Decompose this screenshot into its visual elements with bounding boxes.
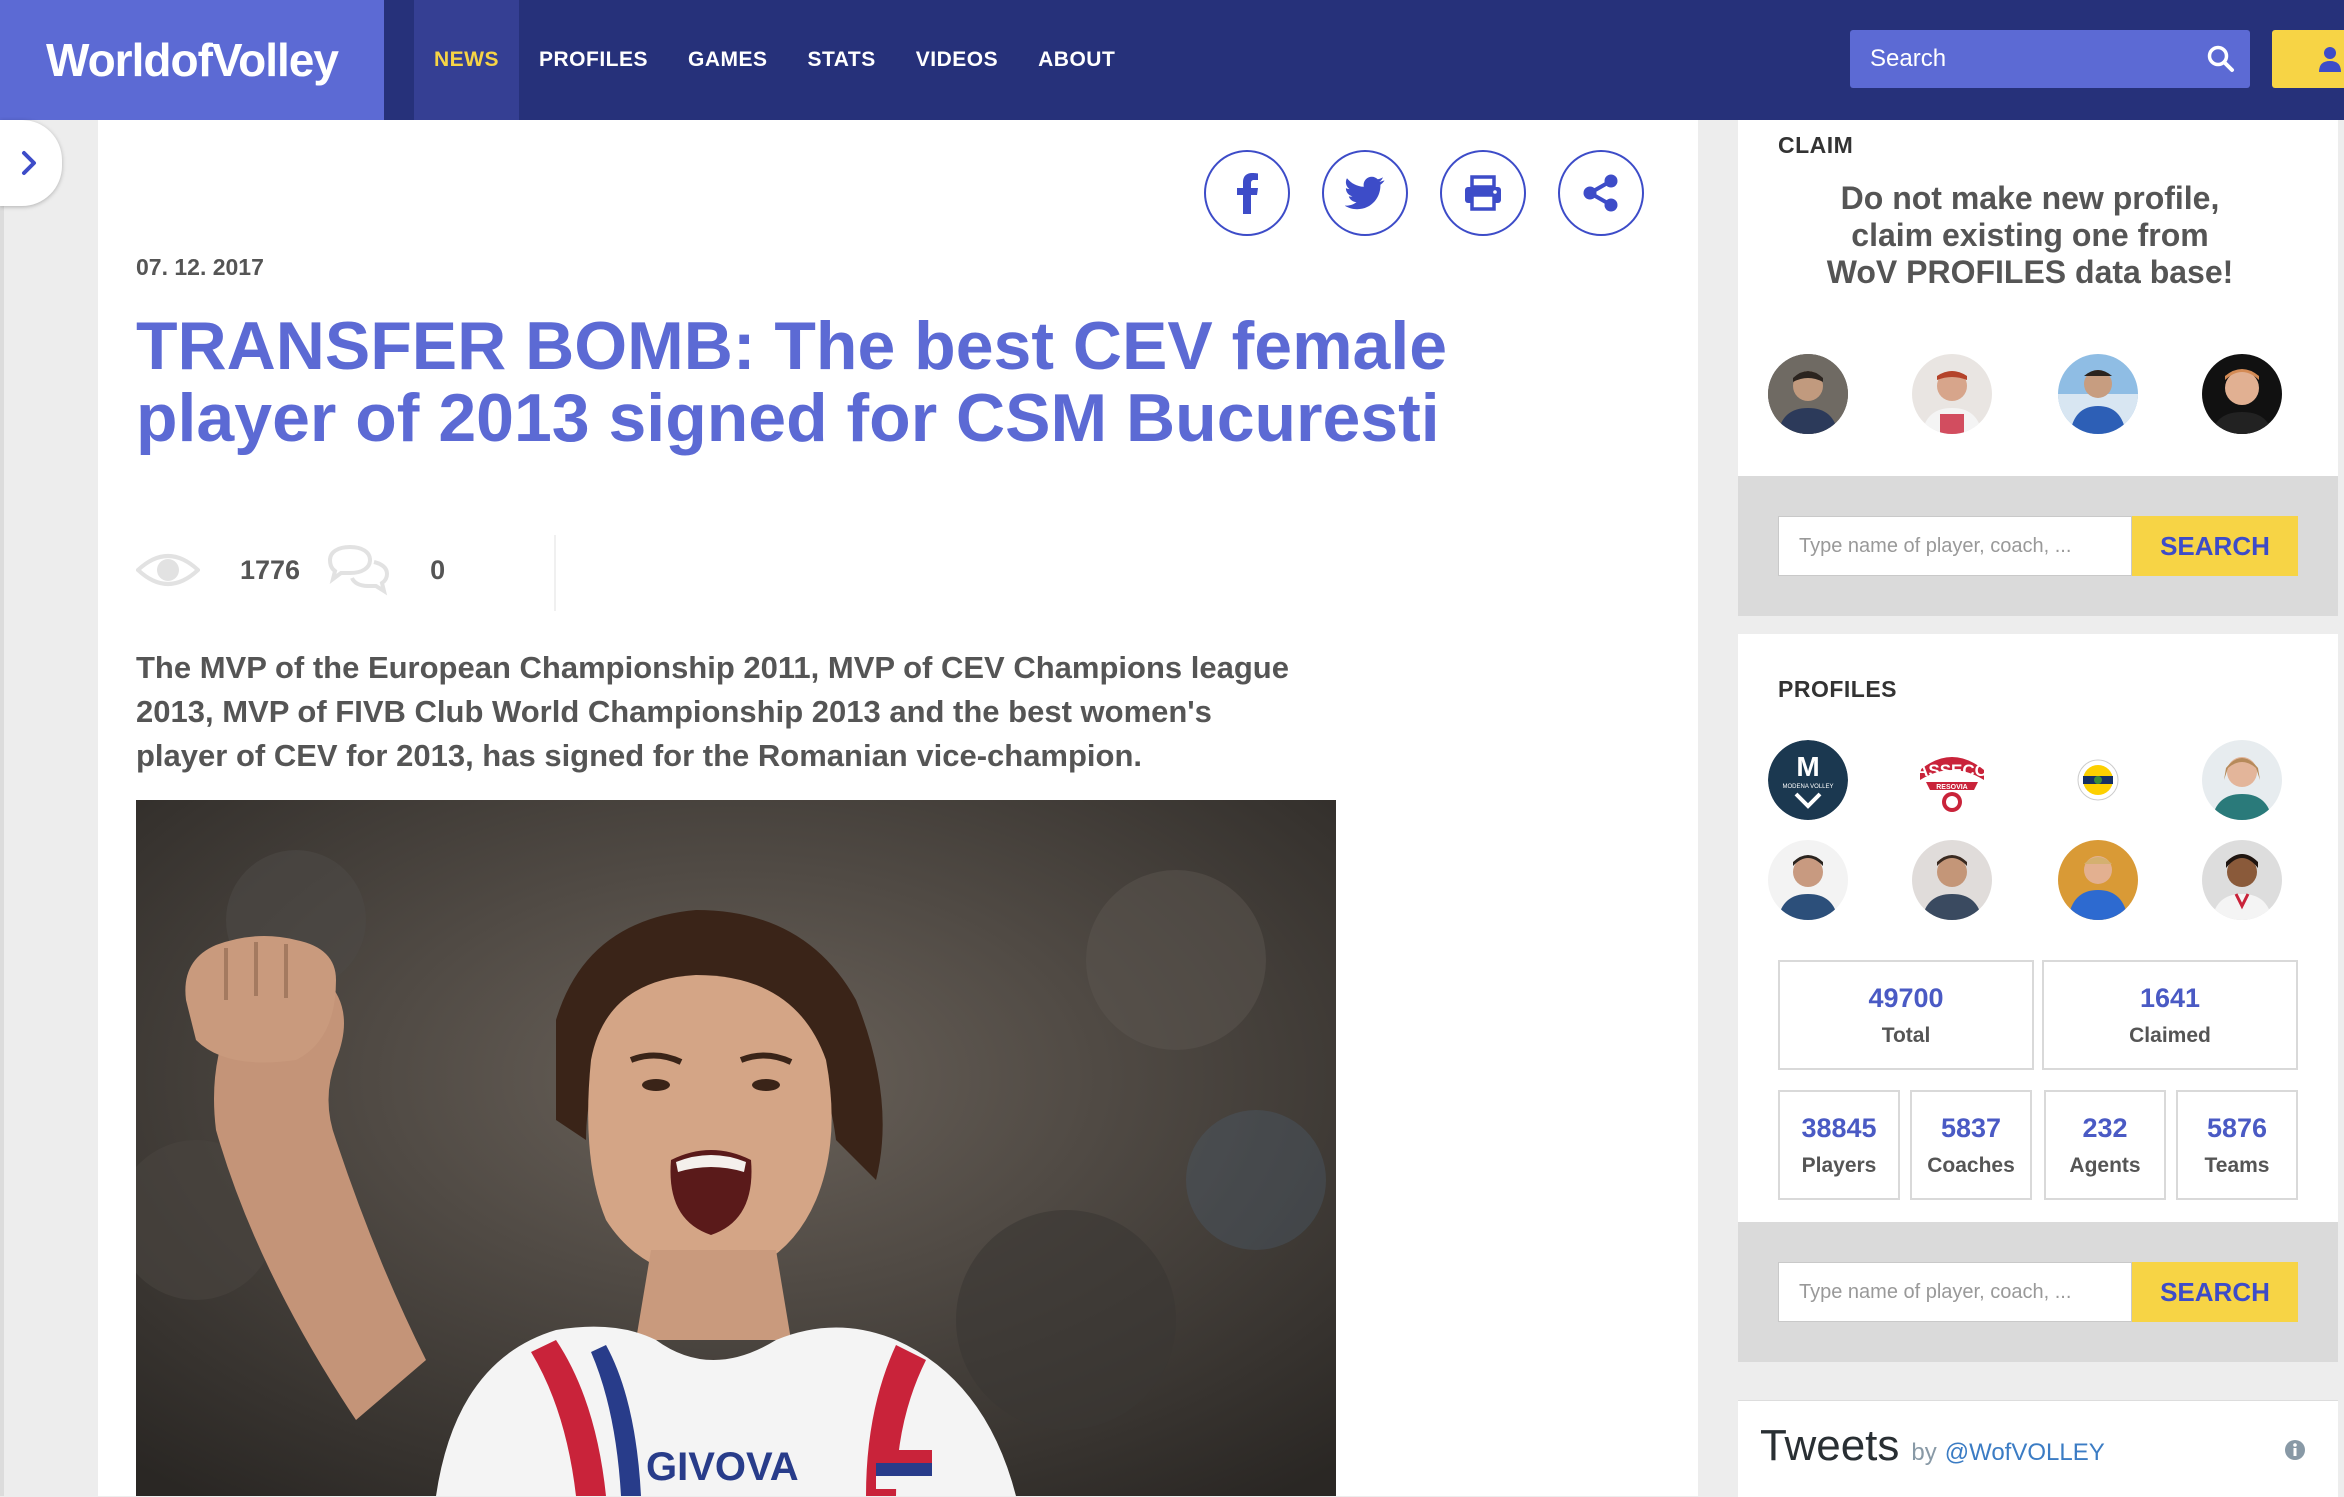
sidebar-toggle-button[interactable] (0, 120, 62, 206)
nav-news[interactable]: NEWS (414, 0, 519, 120)
print-button[interactable] (1440, 150, 1526, 236)
avatar[interactable] (1768, 354, 1848, 434)
article-title-line: player of 2013 signed for CSM Bucuresti (136, 380, 1440, 456)
comments-count: 0 (430, 554, 446, 585)
stat-total-label: Total (1881, 1023, 1931, 1047)
profiles-label: PROFILES (1778, 676, 1898, 702)
team-logo-modena[interactable]: M MODENA VOLLEY (1768, 740, 1848, 820)
facebook-icon (1237, 173, 1258, 214)
article-lead: The MVP of the European Championship 201… (136, 646, 1376, 778)
header-search-input[interactable] (1850, 44, 2192, 74)
tweets-title: Tweets (1760, 1421, 1900, 1470)
avatar[interactable] (1768, 840, 1848, 920)
profile-search-input[interactable] (1779, 1280, 2131, 1304)
lead-line: 2013, MVP of FIVB Club World Championshi… (136, 694, 1212, 729)
nav-profiles[interactable]: PROFILES (519, 0, 668, 120)
stat-teams-label: Teams (2204, 1153, 2270, 1177)
resovia-text: RESOVIA (1936, 784, 1968, 791)
nav-about[interactable]: ABOUT (1018, 0, 1135, 120)
article-stats: 1776 0 (136, 540, 445, 600)
nav-games[interactable]: GAMES (668, 0, 788, 120)
chevron-right-icon (22, 151, 36, 175)
avatar[interactable] (2058, 354, 2138, 434)
avatar[interactable] (2202, 354, 2282, 434)
avatar[interactable] (2058, 840, 2138, 920)
claim-label: CLAIM (1778, 132, 1854, 158)
avatar[interactable] (2202, 840, 2282, 920)
stat-agents[interactable]: 232 Agents (2044, 1090, 2166, 1200)
profile-search-field (1778, 516, 2132, 576)
stat-claimed: 1641 Claimed (2042, 960, 2298, 1070)
stat-agents-value: 232 (2082, 1112, 2128, 1143)
share-button[interactable] (1558, 150, 1644, 236)
share-icon (1583, 174, 1618, 212)
profile-search-input[interactable] (1779, 534, 2131, 558)
stat-players-value: 38845 (1801, 1112, 1877, 1143)
stat-teams-value: 5876 (2206, 1112, 2268, 1143)
modena-name: MODENA VOLLEY (1782, 784, 1833, 790)
profile-search-strip: SEARCH (1738, 476, 2338, 616)
claim-card: CLAIM Do not make new profile, claim exi… (1738, 120, 2338, 476)
stat-coaches[interactable]: 5837 Coaches (1910, 1090, 2032, 1200)
stat-teams[interactable]: 5876 Teams (2176, 1090, 2298, 1200)
stats-divider (554, 535, 556, 611)
user-icon (2319, 47, 2341, 72)
article-photo: GIVOVA (136, 800, 1336, 1496)
site-logo[interactable]: WorldofVolley (0, 0, 384, 120)
article-title: TRANSFER BOMB: The best CEV female playe… (136, 310, 1636, 454)
stat-players[interactable]: 38845 Players (1778, 1090, 1900, 1200)
asseco-text: ASSECO (1916, 761, 1988, 780)
tweets-by: by (1911, 1439, 1937, 1466)
stat-coaches-value: 5837 (1940, 1112, 2002, 1143)
profile-search-button[interactable]: SEARCH (2132, 516, 2298, 576)
facebook-share-button[interactable] (1204, 150, 1290, 236)
stat-agents-label: Agents (2069, 1153, 2141, 1177)
info-icon[interactable] (2284, 1439, 2306, 1466)
claim-text-line: Do not make new profile, (1840, 180, 2220, 216)
avatar[interactable] (1912, 840, 1992, 920)
stat-players-label: Players (1801, 1153, 1877, 1177)
nav-stats[interactable]: STATS (788, 0, 896, 120)
claim-text-line: WoV PROFILES data base! (1826, 254, 2234, 290)
user-account-button[interactable] (2272, 30, 2344, 88)
profile-search-button[interactable]: SEARCH (2132, 1262, 2298, 1322)
lead-line: player of CEV for 2013, has signed for t… (136, 738, 1143, 773)
print-icon (1465, 175, 1501, 211)
comments-icon (328, 544, 390, 596)
profile-search-strip: SEARCH (1738, 1222, 2338, 1362)
team-logo-fenerbahce[interactable] (2058, 740, 2138, 820)
stat-claimed-value: 1641 (2139, 982, 2201, 1013)
avatar[interactable] (2202, 740, 2282, 820)
eye-icon (136, 554, 200, 586)
tweets-widget: Tweets by @WofVOLLEY (1738, 1400, 2338, 1497)
main-nav: NEWS PROFILES GAMES STATS VIDEOS ABOUT (414, 0, 1135, 120)
stat-coaches-label: Coaches (1927, 1153, 2015, 1177)
claim-text: Do not make new profile, claim existing … (1738, 180, 2322, 291)
profiles-card: PROFILES M MODENA VOLLEY ASSECO RESOVIA 49… (1738, 634, 2338, 1222)
twitter-icon (1345, 176, 1385, 210)
profile-search-field (1778, 1262, 2132, 1322)
article-title-line: TRANSFER BOMB: The best CEV female (136, 308, 1448, 384)
nav-videos[interactable]: VIDEOS (896, 0, 1018, 120)
jersey-text: GIVOVA (646, 1445, 799, 1489)
stat-total-value: 49700 (1868, 982, 1944, 1013)
tweets-handle-link[interactable]: @WofVOLLEY (1945, 1439, 2105, 1467)
claim-text-line: claim existing one from (1851, 217, 2209, 253)
stat-claimed-label: Claimed (2129, 1023, 2211, 1047)
stat-total: 49700 Total (1778, 960, 2034, 1070)
left-edge (0, 120, 4, 1496)
article: 07. 12. 2017 TRANSFER BOMB: The best CEV… (98, 120, 1698, 1496)
modena-letter: M (1796, 751, 1819, 782)
avatar[interactable] (1912, 354, 1992, 434)
twitter-share-button[interactable] (1322, 150, 1408, 236)
search-icon[interactable] (2192, 30, 2250, 88)
header-search (1850, 30, 2250, 88)
team-logo-asseco[interactable]: ASSECO RESOVIA (1912, 740, 1992, 820)
article-date: 07. 12. 2017 (136, 254, 264, 280)
views-count: 1776 (240, 554, 301, 585)
lead-line: The MVP of the European Championship 201… (136, 650, 1289, 685)
top-navbar: WorldofVolley NEWS PROFILES GAMES STATS … (0, 0, 2344, 120)
